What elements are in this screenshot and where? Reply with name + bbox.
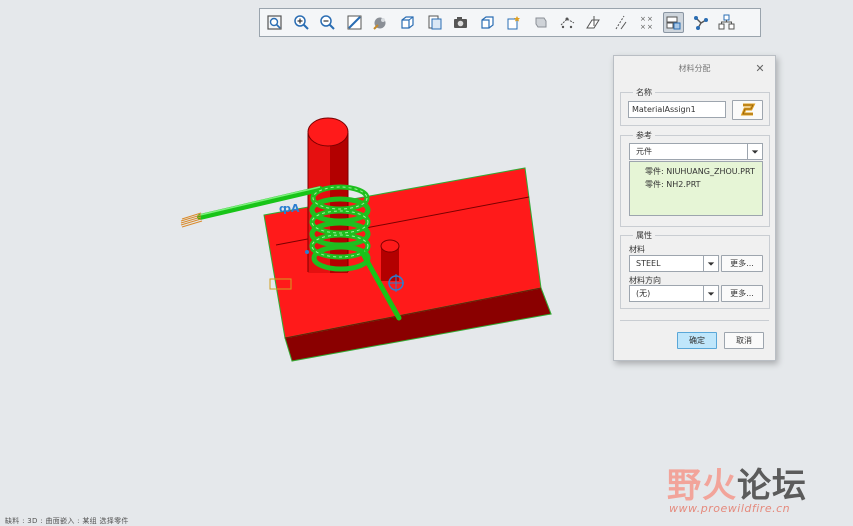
svg-text:×: ×: [640, 15, 646, 23]
svg-text:×: ×: [640, 23, 646, 31]
csys-display-icon: × ×× ×: [640, 15, 653, 31]
material-label: 材料: [629, 245, 645, 254]
name-pick-button[interactable]: [732, 100, 763, 120]
model-viewport[interactable]: ȹA: [0, 0, 620, 420]
status-bar: 缺料 : 3D : 曲面嵌入 : 某组 选择零件: [5, 517, 129, 525]
csys-display-button[interactable]: × × × ×: [636, 12, 657, 33]
reference-type-value: 元件: [636, 147, 652, 156]
material-more-button[interactable]: 更多...: [721, 255, 763, 272]
model-tree-button[interactable]: [662, 12, 684, 33]
svg-text:×: ×: [647, 15, 653, 23]
svg-text:×: ×: [647, 23, 653, 31]
assembly-icon: [718, 14, 735, 30]
short-pin-top: [380, 239, 400, 253]
material-select[interactable]: STEEL: [629, 255, 719, 272]
direction-value: (无): [636, 289, 651, 298]
connections-button[interactable]: [690, 12, 711, 33]
watermark-text-a: 野火: [667, 466, 737, 506]
reference-list[interactable]: 零件: NIUHUANG_ZHOU.PRT 零件: NH2.PRT: [629, 161, 763, 216]
chevron-down-icon: [747, 144, 762, 159]
ok-button[interactable]: 确定: [677, 332, 717, 349]
dialog-title: 材料分配: [678, 64, 711, 73]
reference-group: 参考 元件 零件: NIUHUANG_ZHOU.PRT 零件: NH2.PRT: [620, 130, 770, 227]
annotation-label: ȹA: [279, 202, 300, 215]
chevron-down-icon: [703, 286, 718, 301]
direction-select[interactable]: (无): [629, 285, 719, 302]
material-swatch-icon: [740, 103, 755, 116]
name-group: 名称 MaterialAssign1: [620, 87, 770, 126]
watermark: 野火论坛 www.proewildfire.cn: [667, 458, 847, 518]
watermark-logo: 野火论坛: [667, 458, 807, 507]
tall-cylinder-shade: [330, 133, 348, 273]
material-assign-dialog: 材料分配 ✕ 名称 MaterialAssign1 参考 元件 零件: NIUH…: [613, 55, 776, 361]
chevron-down-icon: [703, 256, 718, 271]
material-value: STEEL: [636, 259, 661, 268]
direction-more-button[interactable]: 更多...: [721, 285, 763, 302]
tall-cylinder-top: [307, 117, 349, 147]
reference-type-select[interactable]: 元件: [629, 143, 763, 160]
cancel-button[interactable]: 取消: [724, 332, 764, 349]
close-icon[interactable]: ✕: [754, 63, 766, 75]
watermark-text-b: 论坛: [737, 466, 807, 506]
assembly-button[interactable]: [716, 12, 737, 33]
reference-group-label: 参考: [633, 130, 655, 141]
properties-group: 属性 材料 STEEL 更多... 材料方向 (无) 更多...: [620, 230, 770, 309]
watermark-url: www.proewildfire.cn: [669, 502, 791, 515]
name-group-label: 名称: [633, 87, 655, 98]
list-item[interactable]: 零件: NH2.PRT: [630, 178, 762, 191]
model-tree-icon: [666, 16, 681, 30]
properties-group-label: 属性: [633, 230, 655, 241]
list-item[interactable]: 零件: NIUHUANG_ZHOU.PRT: [630, 165, 762, 178]
small-marker: [305, 250, 309, 254]
dialog-divider: [620, 320, 769, 321]
name-input[interactable]: MaterialAssign1: [628, 101, 726, 118]
connections-icon: [693, 16, 708, 30]
